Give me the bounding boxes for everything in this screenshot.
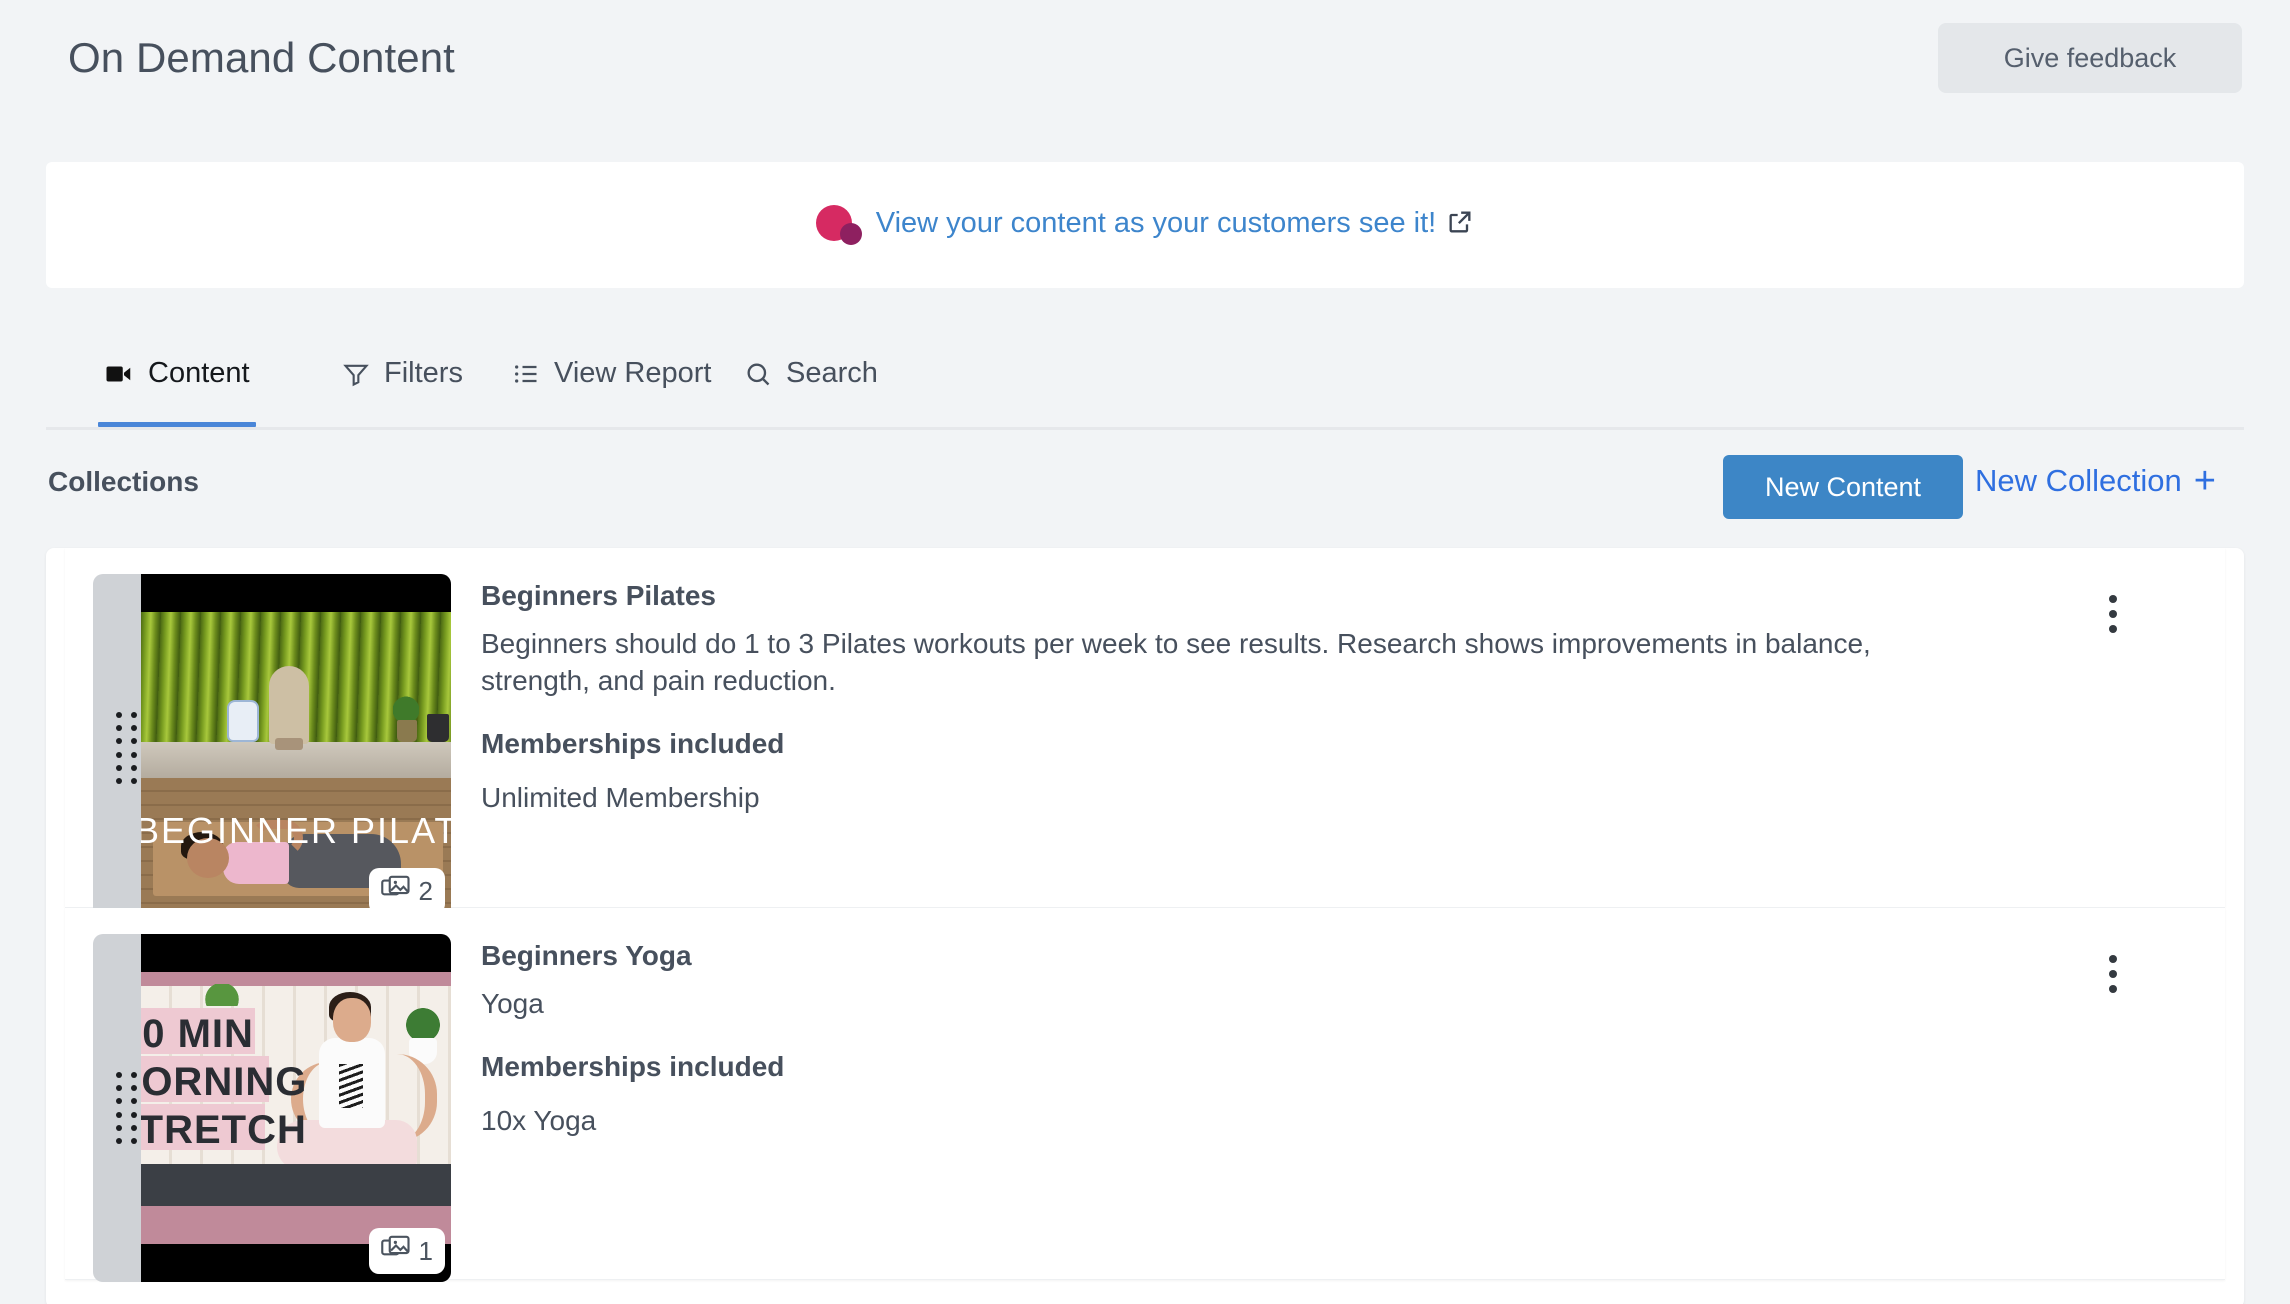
card-title: Beginners Pilates (481, 580, 2225, 612)
video-camera-icon (104, 359, 134, 389)
tab-filters-label: Filters (384, 357, 463, 390)
active-tab-underline (98, 422, 256, 427)
card-body: Beginners Yoga Yoga Memberships included… (451, 934, 2225, 1137)
new-collection-label: New Collection (1975, 463, 2182, 499)
banner-content: View your content as your customers see … (816, 203, 1474, 247)
content-card[interactable]: 10 MIN MORNING STRETCH (65, 908, 2225, 1280)
overlay-line-3: STRETCH (141, 1108, 307, 1153)
kebab-menu-icon[interactable] (2093, 584, 2133, 644)
new-content-button[interactable]: New Content (1723, 455, 1963, 519)
thumbnail-overlay-text: BEGINNER PILATES (141, 810, 451, 852)
page-header: On Demand Content Give feedback (0, 0, 2290, 140)
card-title: Beginners Yoga (481, 940, 2225, 972)
card-description: Yoga (481, 986, 1951, 1023)
collections-heading: Collections (48, 466, 199, 498)
card-description: Beginners should do 1 to 3 Pilates worko… (481, 626, 1951, 700)
tab-search[interactable]: Search (738, 320, 884, 427)
search-icon (744, 360, 772, 388)
kebab-menu-icon[interactable] (2093, 944, 2133, 1004)
tabs-divider (46, 427, 2244, 430)
plus-icon: + (2194, 462, 2216, 500)
images-stack-icon (381, 1235, 411, 1268)
funnel-icon (342, 360, 370, 388)
content-tabs: Content Filters View Report Search (46, 320, 2244, 430)
page-title: On Demand Content (68, 34, 455, 82)
thumbnail-overlay-text: 10 MIN MORNING STRETCH (141, 1012, 329, 1162)
tab-view-report-label: View Report (554, 357, 711, 390)
drag-handle-icon[interactable] (111, 1068, 141, 1148)
brand-circles-logo-icon (816, 203, 862, 247)
tab-content-label: Content (148, 357, 250, 390)
tab-content[interactable]: Content (98, 320, 256, 427)
on-demand-content-page: On Demand Content Give feedback View you… (0, 0, 2290, 1304)
membership-name: 10x Yoga (481, 1105, 2225, 1137)
collections-toolbar: Collections New Content New Collection + (46, 452, 2244, 528)
external-link-icon (1446, 208, 1474, 244)
drag-handle-icon[interactable] (111, 708, 141, 788)
collections-panel: BEGINNER PILATES 2 (46, 548, 2244, 1304)
membership-name: Unlimited Membership (481, 782, 2225, 814)
tab-view-report[interactable]: View Report (506, 320, 717, 427)
view-as-customer-link[interactable]: View your content as your customers see … (876, 207, 1474, 244)
thumbnail-wrapper[interactable]: 10 MIN MORNING STRETCH (93, 934, 451, 1282)
thumbnail-wrapper[interactable]: BEGINNER PILATES 2 (93, 574, 451, 922)
overlay-line-1: 10 MIN (141, 1012, 254, 1057)
overlay-line-2: MORNING (141, 1060, 307, 1105)
tab-filters[interactable]: Filters (336, 320, 469, 427)
memberships-included-label: Memberships included (481, 728, 2225, 760)
give-feedback-button[interactable]: Give feedback (1938, 23, 2242, 93)
image-count-value: 1 (419, 1236, 433, 1267)
image-count-badge: 1 (369, 1228, 445, 1274)
memberships-included-label: Memberships included (481, 1051, 2225, 1083)
tab-search-label: Search (786, 357, 878, 390)
image-count-value: 2 (419, 876, 433, 907)
list-icon (512, 360, 540, 388)
card-body: Beginners Pilates Beginners should do 1 … (451, 574, 2225, 814)
content-card[interactable]: BEGINNER PILATES 2 (65, 548, 2225, 908)
new-collection-button[interactable]: New Collection + (1975, 462, 2216, 500)
customer-view-banner: View your content as your customers see … (46, 162, 2244, 288)
view-as-customer-label: View your content as your customers see … (876, 207, 1436, 239)
image-count-badge: 2 (369, 868, 445, 914)
images-stack-icon (381, 875, 411, 908)
